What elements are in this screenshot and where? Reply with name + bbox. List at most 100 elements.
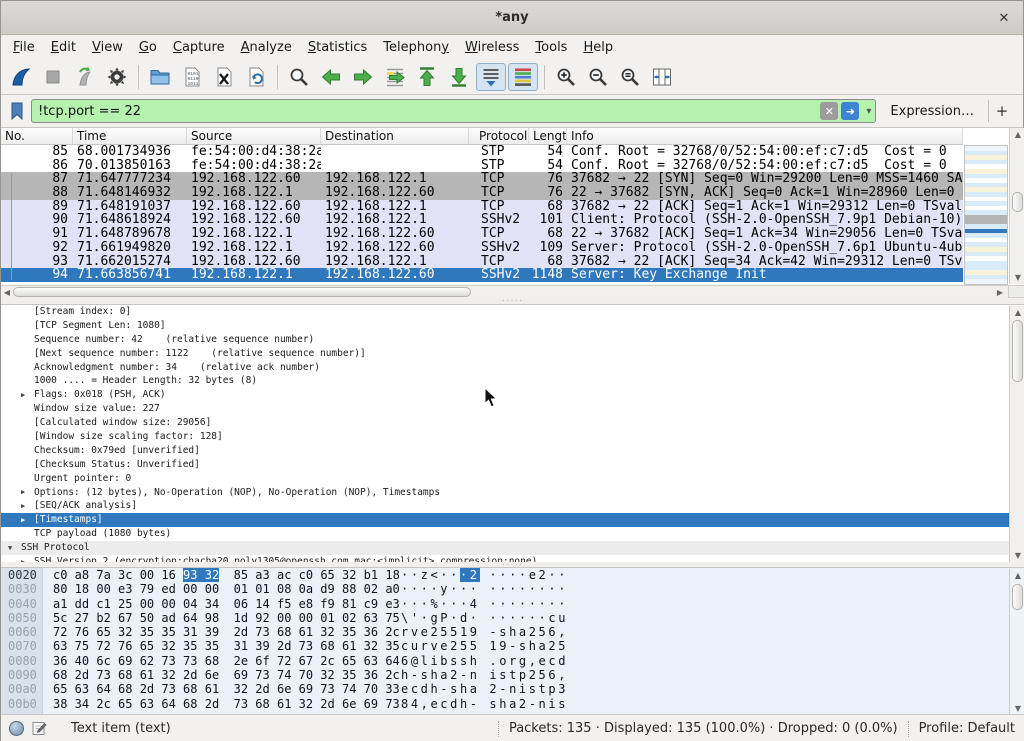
scroll-down-icon[interactable]: ▼	[1010, 549, 1024, 562]
scroll-thumb[interactable]	[1012, 192, 1023, 212]
menu-file[interactable]: File	[5, 37, 43, 58]
hex-row-0040[interactable]: 0040a1 dd c1 25 00 00 04 34 06 14 f5 e8 …	[1, 597, 1024, 611]
hex-row-0080[interactable]: 008036 40 6c 69 62 73 73 68 2e 6f 72 67 …	[1, 654, 1024, 668]
go-forward-icon[interactable]	[348, 63, 378, 91]
packet-row-86[interactable]: 8670.013850163fe:54:00:d4:38:2aSTP54Conf…	[1, 159, 963, 173]
go-last-icon[interactable]	[444, 63, 474, 91]
detail-vscrollbar[interactable]: ▲ ▼	[1009, 306, 1024, 562]
hex-row-00b0[interactable]: 00b038 34 2c 65 63 64 68 2d 73 68 61 32 …	[1, 697, 1024, 711]
go-back-icon[interactable]	[316, 63, 346, 91]
detail-row[interactable]: Window size value: 227	[1, 402, 1024, 416]
scroll-up-icon[interactable]: ▲	[1010, 569, 1024, 582]
column-header-info[interactable]: Info	[567, 128, 963, 144]
collapse-icon[interactable]: ▼	[8, 542, 12, 556]
capture-comment-icon[interactable]	[32, 721, 47, 736]
profile-label[interactable]: Profile: Default	[919, 721, 1015, 736]
zoom-out-icon[interactable]	[583, 63, 613, 91]
hex-row-0070[interactable]: 007063 75 72 76 65 32 35 35 31 39 2d 73 …	[1, 639, 1024, 653]
add-filter-button[interactable]: +	[989, 102, 1015, 120]
capture-options-icon[interactable]	[102, 63, 132, 91]
detail-row[interactable]: [TCP Segment Len: 1080]	[1, 319, 1024, 333]
menu-telephony[interactable]: Telephony	[375, 37, 457, 58]
hex-row-0090[interactable]: 009068 2d 73 68 61 32 2d 6e 69 73 74 70 …	[1, 668, 1024, 682]
scroll-thumb[interactable]	[1012, 584, 1023, 610]
filter-bookmark-icon[interactable]	[7, 100, 27, 122]
find-packet-icon[interactable]	[284, 63, 314, 91]
expression-button[interactable]: Expression…	[876, 104, 984, 119]
packet-minimap-scrollbar[interactable]	[964, 145, 1008, 285]
filter-history-caret-icon[interactable]: ▾	[866, 106, 871, 117]
detail-row[interactable]: Sequence number: 42 (relative sequence n…	[1, 333, 1024, 347]
detail-row[interactable]: [Calculated window size: 29056]	[1, 416, 1024, 430]
packet-row-87[interactable]: 8771.647777234192.168.122.60192.168.122.…	[1, 172, 963, 186]
scroll-up-icon[interactable]: ▲	[1010, 128, 1024, 141]
go-to-packet-icon[interactable]	[380, 63, 410, 91]
hex-vscrollbar[interactable]: ▲ ▼	[1009, 569, 1024, 714]
scroll-left-icon[interactable]: ◀	[1, 286, 13, 298]
go-first-icon[interactable]	[412, 63, 442, 91]
column-header-source[interactable]: Source	[187, 128, 321, 144]
close-file-icon[interactable]	[209, 63, 239, 91]
detail-row[interactable]: TCP payload (1080 bytes)	[1, 527, 1024, 541]
expand-icon[interactable]: ▶	[21, 389, 25, 403]
hex-row-0020[interactable]: 0020c0 a8 7a 3c 00 16 93 32 85 a3 ac c0 …	[1, 568, 1024, 582]
packet-list-vscrollbar[interactable]: ▲ ▼	[1009, 128, 1024, 284]
hex-row-0060[interactable]: 006072 76 65 32 35 35 31 39 2d 73 68 61 …	[1, 625, 1024, 639]
column-header-time[interactable]: Time	[73, 128, 187, 144]
scroll-down-icon[interactable]: ▼	[1010, 271, 1024, 284]
reload-file-icon[interactable]	[241, 63, 271, 91]
packet-list-header[interactable]: No.TimeSourceDestinationProtocolLengthIn…	[1, 128, 963, 145]
hex-row-00a0[interactable]: 00a065 63 64 68 2d 73 68 61 32 2d 6e 69 …	[1, 682, 1024, 696]
menu-view[interactable]: View	[84, 37, 131, 58]
scroll-down-icon[interactable]: ▼	[1010, 702, 1024, 714]
detail-row[interactable]: 1000 .... = Header Length: 32 bytes (8)	[1, 374, 1024, 388]
filter-apply-icon[interactable]: ➜	[841, 102, 859, 120]
menu-edit[interactable]: Edit	[43, 37, 84, 58]
detail-row[interactable]: ▶[SEQ/ACK analysis]	[1, 499, 1024, 513]
menu-analyze[interactable]: Analyze	[233, 37, 300, 58]
packet-row-92[interactable]: 9271.661949820192.168.122.1192.168.122.6…	[1, 241, 963, 255]
packet-row-90[interactable]: 9071.648618924192.168.122.60192.168.122.…	[1, 213, 963, 227]
save-file-icon[interactable]: 010101101011	[177, 63, 207, 91]
detail-row[interactable]: [Next sequence number: 1122 (relative se…	[1, 347, 1024, 361]
filter-clear-icon[interactable]: ✕	[820, 102, 838, 120]
restart-capture-icon[interactable]	[70, 63, 100, 91]
detail-row[interactable]: [Window size scaling factor: 128]	[1, 430, 1024, 444]
colorize-icon[interactable]	[508, 63, 538, 91]
detail-row[interactable]: ▶Flags: 0x018 (PSH, ACK)	[1, 388, 1024, 402]
menu-capture[interactable]: Capture	[165, 37, 233, 58]
menu-tools[interactable]: Tools	[527, 37, 575, 58]
packet-row-85[interactable]: 8568.001734936fe:54:00:d4:38:2aSTP54Conf…	[1, 145, 963, 159]
hex-row-0030[interactable]: 003080 18 00 e3 79 ed 00 00 01 01 08 0a …	[1, 582, 1024, 596]
auto-scroll-icon[interactable]	[476, 63, 506, 91]
detail-row[interactable]: Checksum: 0x79ed [unverified]	[1, 444, 1024, 458]
packet-row-94[interactable]: 9471.663856741192.168.122.1192.168.122.6…	[1, 268, 963, 282]
expand-icon[interactable]: ▶	[21, 486, 25, 500]
packet-row-91[interactable]: 9171.648789678192.168.122.1192.168.122.6…	[1, 227, 963, 241]
column-header-length[interactable]: Length	[529, 128, 567, 144]
expert-info-icon[interactable]	[9, 721, 24, 736]
detail-row[interactable]: [Checksum Status: Unverified]	[1, 458, 1024, 472]
menu-help[interactable]: Help	[575, 37, 621, 58]
zoom-in-icon[interactable]	[551, 63, 581, 91]
detail-row[interactable]: Urgent pointer: 0	[1, 472, 1024, 486]
display-filter-input[interactable]	[38, 104, 820, 119]
close-icon[interactable]: ✕	[995, 9, 1013, 27]
scroll-right-icon[interactable]: ▶	[994, 286, 1006, 298]
menu-wireless[interactable]: Wireless	[457, 37, 527, 58]
column-header-no[interactable]: No.	[1, 128, 73, 144]
column-header-protocol[interactable]: Protocol	[469, 128, 529, 144]
detail-row[interactable]: ▶Options: (12 bytes), No-Operation (NOP)…	[1, 486, 1024, 500]
menu-go[interactable]: Go	[131, 37, 165, 58]
detail-row[interactable]: [Stream index: 0]	[1, 305, 1024, 319]
scroll-thumb[interactable]	[1012, 320, 1023, 382]
detail-row[interactable]: Acknowledgment number: 34 (relative ack …	[1, 361, 1024, 375]
stop-capture-icon[interactable]	[38, 63, 68, 91]
packet-row-88[interactable]: 8871.648146932192.168.122.1192.168.122.6…	[1, 186, 963, 200]
column-header-destination[interactable]: Destination	[321, 128, 469, 144]
zoom-original-icon[interactable]	[615, 63, 645, 91]
packet-row-93[interactable]: 9371.662015274192.168.122.60192.168.122.…	[1, 255, 963, 269]
scroll-up-icon[interactable]: ▲	[1010, 306, 1024, 319]
expand-icon[interactable]: ▶	[21, 514, 25, 528]
detail-row[interactable]: ▶[Timestamps]	[1, 513, 1024, 527]
